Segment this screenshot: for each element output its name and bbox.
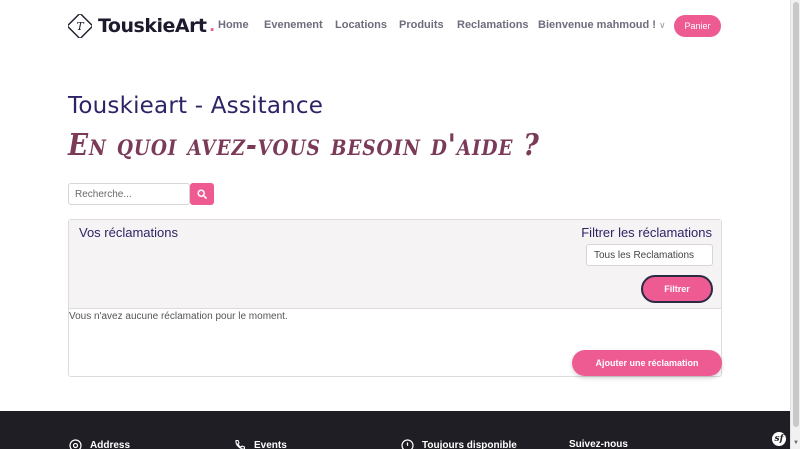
footer-availability: Toujours disponible	[401, 439, 517, 449]
user-menu-label: Bienvenue mahmoud !	[538, 19, 656, 31]
empty-message: Vous n'avez aucune réclamation pour le m…	[69, 311, 288, 322]
search-icon	[197, 189, 207, 199]
page-title: Touskieart - Assitance	[68, 93, 324, 119]
filter-button[interactable]: Filtrer	[641, 275, 713, 303]
nav-home[interactable]: Home	[218, 19, 249, 31]
footer-events-label: Events	[254, 439, 287, 449]
footer-follow-label: Suivez-nous	[569, 439, 628, 449]
phone-icon	[235, 439, 246, 449]
footer-address: Address	[69, 439, 130, 449]
clock-icon	[401, 439, 414, 449]
page-subtitle: En quoi avez-vous besoin d'aide ?	[68, 128, 540, 163]
search-button[interactable]	[190, 183, 214, 205]
location-pin-icon	[69, 439, 82, 449]
add-reclamation-button[interactable]: Ajouter une réclamation	[572, 350, 722, 376]
chevron-down-icon: ∨	[658, 20, 666, 30]
nav-reclamations[interactable]: Reclamations	[457, 19, 529, 31]
nav-user-menu[interactable]: Bienvenue mahmoud ! ∨	[538, 19, 666, 31]
nav-locations[interactable]: Locations	[335, 19, 387, 31]
footer-events: Events	[234, 439, 287, 449]
filter-select[interactable]: Tous les Reclamations	[586, 244, 713, 266]
footer-follow: Suivez-nous	[569, 439, 628, 449]
card-header: Vos réclamations Filtrer les réclamation…	[69, 220, 721, 309]
footer-address-label: Address	[90, 440, 131, 449]
nav-produits[interactable]: Produits	[399, 19, 444, 31]
card-title: Vos réclamations	[79, 225, 178, 240]
cart-button[interactable]: Panier	[674, 15, 721, 37]
footer-availability-label: Toujours disponible	[422, 440, 517, 449]
scroll-down-arrow-icon[interactable]: ▼	[792, 439, 800, 447]
scrollbar[interactable]: ▼	[790, 0, 800, 449]
search-input[interactable]	[68, 183, 190, 205]
reclamations-card: Vos réclamations Filtrer les réclamation…	[68, 219, 722, 377]
footer: Address Events Toujours disponible Suive…	[0, 411, 790, 449]
filter-title: Filtrer les réclamations	[581, 225, 712, 240]
symfony-icon[interactable]: sf	[772, 432, 786, 446]
scrollbar-thumb[interactable]	[793, 2, 799, 427]
navbar: T TouskieArt . Home Evenement Locations …	[0, 0, 790, 52]
nav-evenement[interactable]: Evenement	[264, 19, 323, 31]
